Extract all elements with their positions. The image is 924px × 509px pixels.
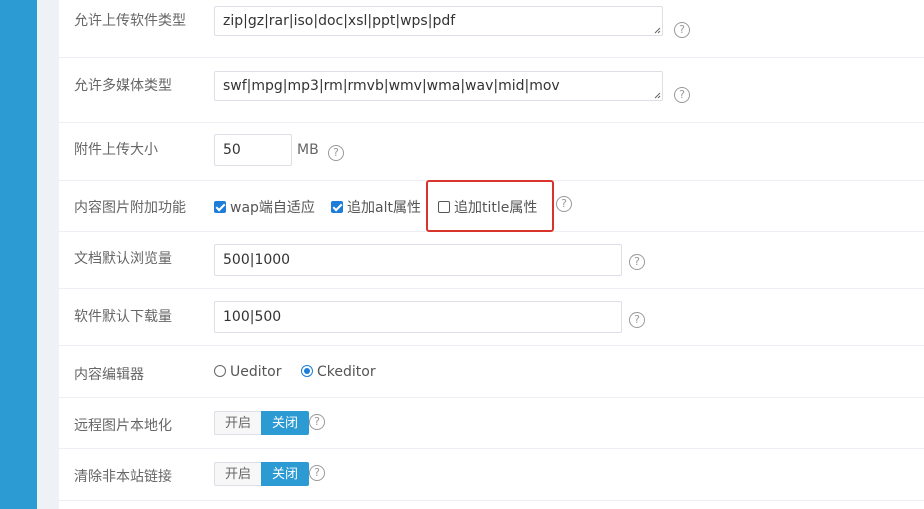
doc-views-label: 文档默认浏览量 — [74, 251, 172, 267]
upload-types-value: zip|gz|rar|iso|doc|xsl|ppt|wps|pdf — [223, 13, 456, 29]
help-icon[interactable]: ? — [556, 196, 572, 212]
toggle-off-button[interactable]: 关闭 — [261, 411, 310, 435]
attachment-size-row: 附件上传大小 50 MB ? — [59, 122, 924, 181]
highlight-box — [426, 180, 554, 232]
media-types-value: swf|mpg|mp3|rm|rmvb|wmv|wma|wav|mid|mov — [223, 78, 560, 94]
attachment-size-unit: MB — [297, 142, 319, 158]
toggle-on-button[interactable]: 开启 — [214, 411, 262, 435]
checkbox-checked-icon[interactable] — [331, 201, 343, 213]
editor-row: 内容编辑器 Ueditor Ckeditor — [59, 345, 924, 398]
media-types-row: 允许多媒体类型 swf|mpg|mp3|rm|rmvb|wmv|wma|wav|… — [59, 57, 924, 123]
clear-links-toggle[interactable]: 开启 关闭 — [214, 462, 310, 486]
settings-panel: 允许上传软件类型 zip|gz|rar|iso|doc|xsl|ppt|wps|… — [59, 0, 924, 509]
upload-types-row: 允许上传软件类型 zip|gz|rar|iso|doc|xsl|ppt|wps|… — [59, 0, 924, 58]
help-icon[interactable]: ? — [309, 414, 325, 430]
radio-ckeditor[interactable]: Ckeditor — [301, 364, 376, 380]
radio-label: Ckeditor — [317, 364, 376, 380]
doc-views-row: 文档默认浏览量 500|1000 ? — [59, 231, 924, 289]
checkbox-label: 追加alt属性 — [347, 200, 421, 216]
checkbox-label: wap端自适应 — [230, 200, 315, 216]
help-icon[interactable]: ? — [328, 145, 344, 161]
help-icon[interactable]: ? — [674, 87, 690, 103]
clear-links-row: 清除非本站链接 开启 关闭 ? — [59, 448, 924, 501]
help-icon[interactable]: ? — [309, 465, 325, 481]
media-types-label: 允许多媒体类型 — [74, 78, 172, 94]
soft-downloads-row: 软件默认下载量 100|500 ? — [59, 288, 924, 346]
checkbox-wap-adaptive[interactable]: wap端自适应 — [214, 197, 315, 217]
upload-types-field[interactable]: zip|gz|rar|iso|doc|xsl|ppt|wps|pdf — [214, 6, 663, 36]
checkbox-append-alt[interactable]: 追加alt属性 — [331, 197, 421, 217]
soft-downloads-label: 软件默认下载量 — [74, 309, 172, 325]
attachment-size-value: 50 — [223, 142, 241, 158]
sidebar — [0, 0, 37, 509]
resize-handle-icon[interactable] — [653, 91, 661, 99]
help-icon[interactable]: ? — [629, 254, 645, 270]
resize-handle-icon[interactable] — [653, 26, 661, 34]
soft-downloads-value: 100|500 — [223, 309, 282, 325]
upload-types-label: 允许上传软件类型 — [74, 13, 186, 29]
help-icon[interactable]: ? — [674, 22, 690, 38]
radio-label: Ueditor — [230, 364, 282, 380]
doc-views-input[interactable]: 500|1000 — [214, 244, 622, 276]
radio-unselected-icon[interactable] — [214, 365, 226, 377]
image-features-label: 内容图片附加功能 — [74, 200, 186, 216]
remote-image-row: 远程图片本地化 开启 关闭 ? — [59, 397, 924, 449]
soft-downloads-input[interactable]: 100|500 — [214, 301, 622, 333]
remote-image-toggle[interactable]: 开启 关闭 — [214, 411, 310, 435]
toggle-off-button[interactable]: 关闭 — [261, 462, 310, 486]
attachment-size-label: 附件上传大小 — [74, 142, 158, 158]
help-icon[interactable]: ? — [629, 312, 645, 328]
media-types-field[interactable]: swf|mpg|mp3|rm|rmvb|wmv|wma|wav|mid|mov — [214, 71, 663, 101]
doc-views-value: 500|1000 — [223, 252, 291, 268]
radio-ueditor[interactable]: Ueditor — [214, 364, 281, 380]
clear-links-label: 清除非本站链接 — [74, 469, 172, 485]
editor-label: 内容编辑器 — [74, 367, 144, 383]
toggle-on-button[interactable]: 开启 — [214, 462, 262, 486]
checkbox-checked-icon[interactable] — [214, 201, 226, 213]
attachment-size-input[interactable]: 50 — [214, 134, 292, 166]
remote-image-label: 远程图片本地化 — [74, 418, 172, 434]
radio-selected-icon[interactable] — [301, 365, 313, 377]
